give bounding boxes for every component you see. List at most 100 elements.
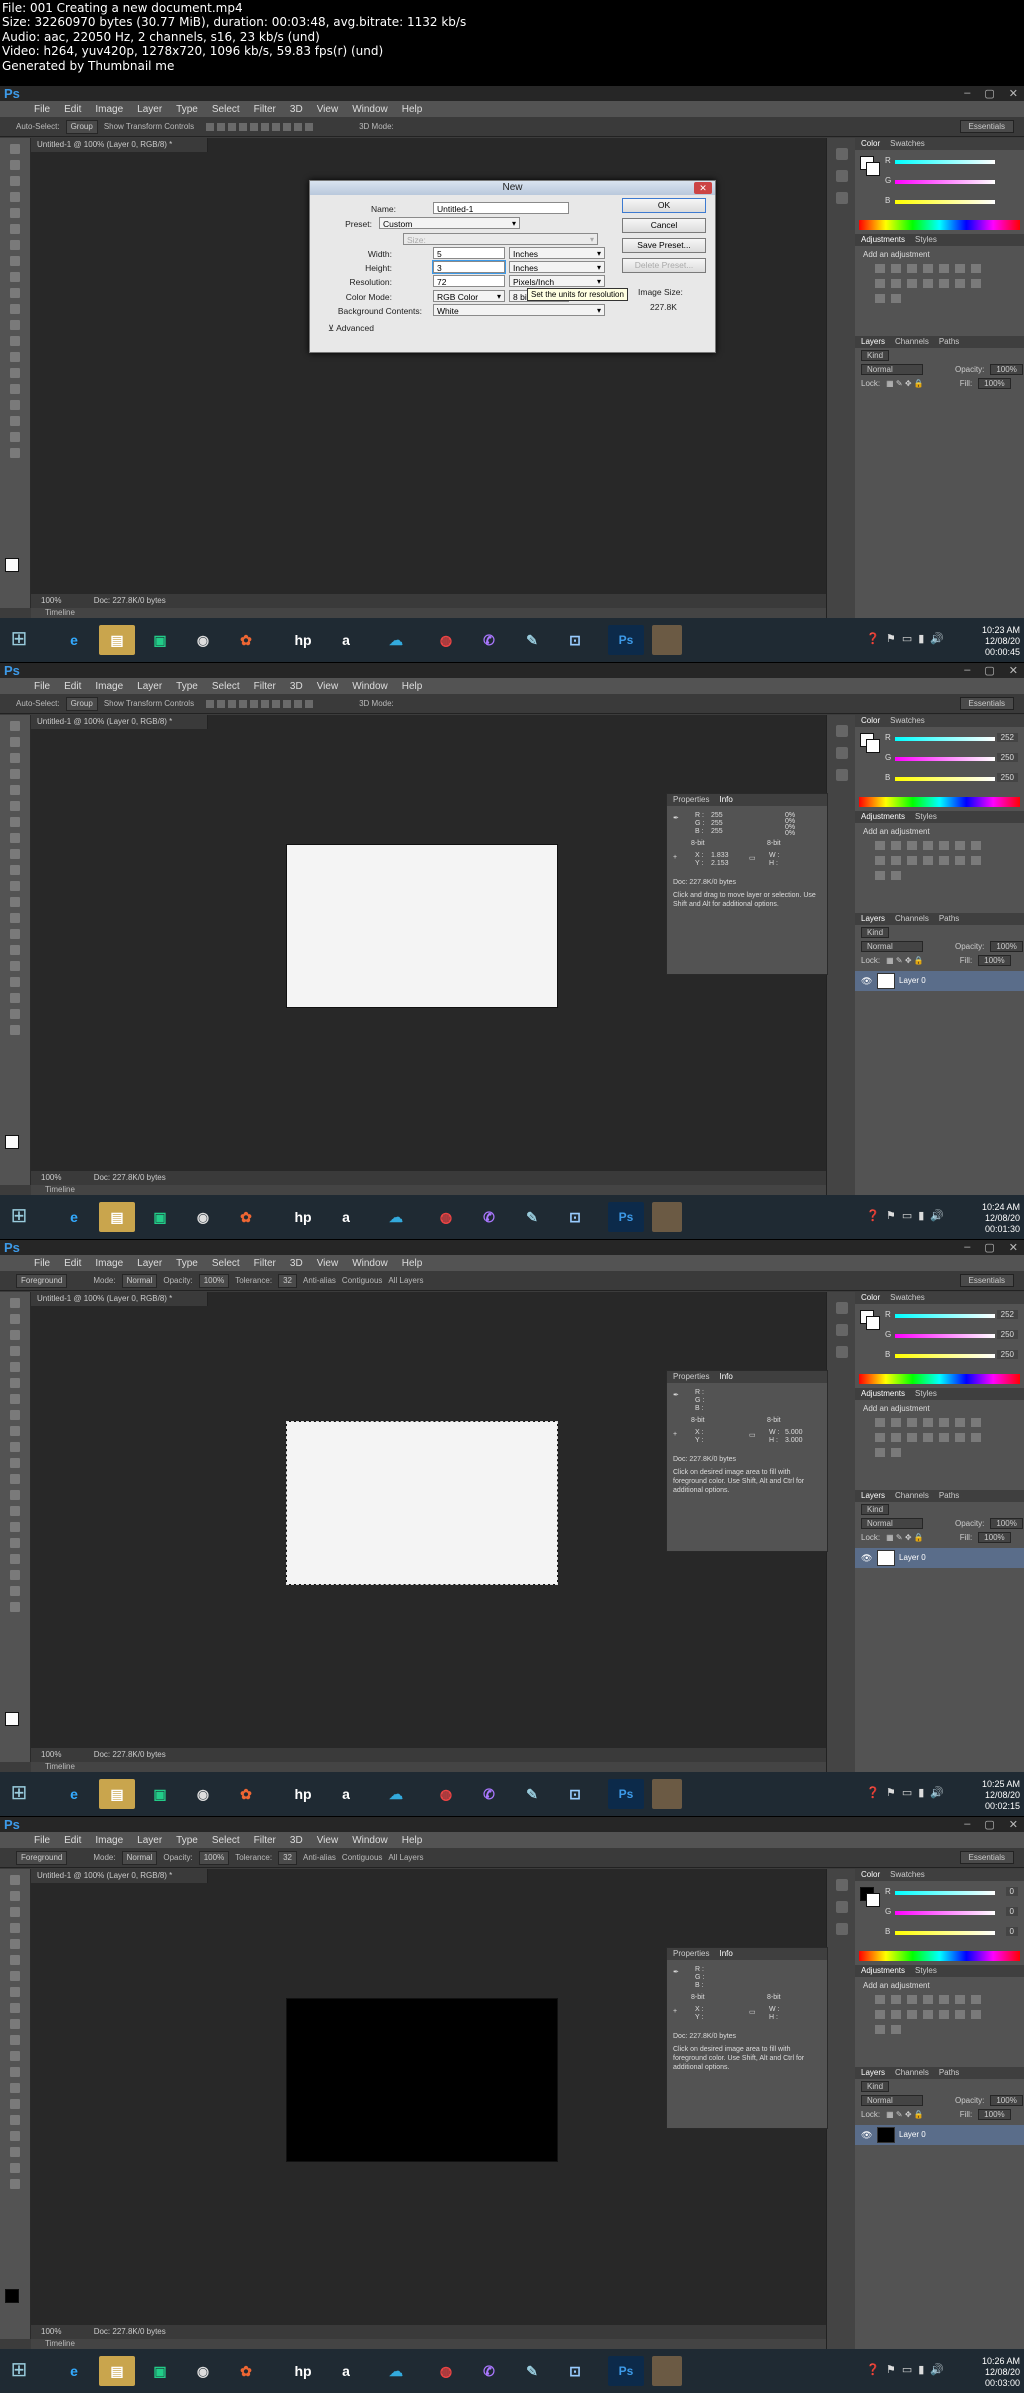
info-icon[interactable]: [835, 1346, 848, 1358]
layer-fill-input[interactable]: 100%: [978, 954, 1011, 966]
blend-mode-select[interactable]: Normal: [861, 2094, 923, 2106]
timeline-panel[interactable]: Timeline: [31, 1185, 826, 1195]
close-button[interactable]: ✕: [1009, 1241, 1018, 1254]
tab-adjustments[interactable]: Adjustments: [861, 811, 905, 823]
document-canvas[interactable]: [286, 1421, 558, 1585]
network-taskbar-icon[interactable]: ⊡: [557, 1779, 593, 1809]
tab-paths[interactable]: Paths: [939, 2067, 959, 2079]
menu-file[interactable]: File: [34, 1835, 50, 1846]
levels-icon[interactable]: [891, 1418, 901, 1427]
maximize-button[interactable]: ▢: [984, 1818, 994, 1831]
type-tool-icon[interactable]: [10, 384, 20, 394]
invert-icon[interactable]: [939, 1433, 949, 1442]
brightness-icon[interactable]: [875, 1418, 885, 1427]
menu-layer[interactable]: Layer: [137, 681, 162, 692]
actions-icon[interactable]: [835, 1901, 848, 1913]
explorer-taskbar-icon[interactable]: ▤: [99, 1779, 135, 1809]
blend-mode-select[interactable]: Normal: [861, 1517, 923, 1529]
menu-type[interactable]: Type: [176, 1258, 198, 1269]
color-spectrum-bar[interactable]: [859, 220, 1020, 230]
b-value[interactable]: 250: [996, 1350, 1018, 1359]
menu-edit[interactable]: Edit: [64, 1835, 81, 1846]
stamp-tool-icon[interactable]: [10, 849, 20, 859]
g-slider[interactable]: [895, 1911, 995, 1915]
layer-opacity-input[interactable]: 100%: [990, 2094, 1023, 2106]
color-balance-icon[interactable]: [971, 841, 981, 850]
invert-icon[interactable]: [939, 2010, 949, 2019]
document-tab[interactable]: Untitled-1 @ 100% (Layer 0, RGB/8) *: [31, 715, 208, 729]
cancel-button[interactable]: Cancel: [622, 218, 706, 233]
actions-icon[interactable]: [835, 1324, 848, 1336]
kind-filter-select[interactable]: Kind: [861, 926, 890, 938]
align-icon[interactable]: [250, 699, 259, 708]
menu-layer[interactable]: Layer: [137, 104, 162, 115]
layer-fill-input[interactable]: 100%: [978, 2108, 1011, 2120]
hp-taskbar-icon[interactable]: hp: [285, 625, 321, 655]
curves-icon[interactable]: [907, 264, 917, 273]
color-panel-bg-swatch[interactable]: [866, 1316, 880, 1330]
dodge-tool-icon[interactable]: [10, 352, 20, 362]
ie-taskbar-icon[interactable]: e: [56, 1779, 92, 1809]
network-icon[interactable]: ▮: [918, 2363, 924, 2376]
notes-taskbar-icon[interactable]: ✎: [514, 1779, 550, 1809]
color-panel-bg-swatch[interactable]: [866, 739, 880, 753]
flag-icon[interactable]: ⚑: [886, 1786, 896, 1799]
lock-icons[interactable]: ▦ ✎ ✥ 🔒: [886, 379, 924, 388]
ie-taskbar-icon[interactable]: e: [56, 2356, 92, 2386]
explorer-taskbar-icon[interactable]: ▤: [99, 1202, 135, 1232]
doc-size[interactable]: Doc: 227.8K/0 bytes: [94, 596, 166, 605]
tab-adjustments[interactable]: Adjustments: [861, 234, 905, 246]
ie-taskbar-icon[interactable]: e: [56, 1202, 92, 1232]
workspace-select[interactable]: Essentials: [959, 697, 1014, 710]
zoom-tool-icon[interactable]: [10, 1602, 20, 1612]
zoom-tool-icon[interactable]: [10, 1025, 20, 1035]
chrome-taskbar-icon[interactable]: ◍: [428, 2356, 464, 2386]
photos-taskbar-icon[interactable]: ✿: [228, 2356, 264, 2386]
height-unit-select[interactable]: Inches: [509, 261, 605, 274]
healing-tool-icon[interactable]: [10, 240, 20, 250]
lookup-icon[interactable]: [923, 1433, 933, 1442]
menu-select[interactable]: Select: [212, 1258, 240, 1269]
layer-opacity-input[interactable]: 100%: [990, 1517, 1023, 1529]
menu-filter[interactable]: Filter: [254, 1835, 276, 1846]
mode-select[interactable]: Normal: [121, 1850, 158, 1865]
doc-size[interactable]: Doc: 227.8K/0 bytes: [94, 1750, 166, 1759]
tab-styles[interactable]: Styles: [915, 1388, 937, 1400]
distribute-icon[interactable]: [283, 122, 292, 131]
tab-styles[interactable]: Styles: [915, 234, 937, 246]
kind-filter-select[interactable]: Kind: [861, 1503, 890, 1515]
exposure-icon[interactable]: [923, 264, 933, 273]
brush-tool-icon[interactable]: [10, 833, 20, 843]
menu-layer[interactable]: Layer: [137, 1258, 162, 1269]
workspace-select[interactable]: Essentials: [959, 120, 1014, 133]
auto-select-target-select[interactable]: Group: [65, 119, 98, 134]
healing-tool-icon[interactable]: [10, 1971, 20, 1981]
brush-tool-icon[interactable]: [10, 256, 20, 266]
explorer-taskbar-icon[interactable]: ▤: [99, 625, 135, 655]
menu-help[interactable]: Help: [402, 1835, 423, 1846]
contiguous-checkbox[interactable]: Contiguous: [342, 1853, 382, 1862]
chrome-taskbar-icon[interactable]: ◍: [428, 1779, 464, 1809]
blend-mode-select[interactable]: Normal: [861, 940, 923, 952]
opacity-input[interactable]: 100%: [198, 1273, 230, 1288]
history-icon[interactable]: [835, 725, 848, 737]
amazon-taskbar-icon[interactable]: a: [328, 2356, 364, 2386]
g-slider[interactable]: [895, 757, 995, 761]
menu-select[interactable]: Select: [212, 104, 240, 115]
lookup-icon[interactable]: [923, 2010, 933, 2019]
gradient-map-icon[interactable]: [875, 294, 885, 303]
bucket-tool-icon[interactable]: [10, 897, 20, 907]
g-value[interactable]: 250: [996, 1330, 1018, 1339]
crop-tool-icon[interactable]: [10, 785, 20, 795]
bw-icon[interactable]: [875, 856, 885, 865]
menu-view[interactable]: View: [317, 681, 339, 692]
name-input[interactable]: Untitled-1: [433, 202, 569, 214]
r-slider[interactable]: [895, 1891, 995, 1895]
tolerance-input[interactable]: 32: [278, 1273, 298, 1288]
move-tool-icon[interactable]: [10, 1298, 20, 1308]
shape-tool-icon[interactable]: [10, 1570, 20, 1580]
history-icon[interactable]: [835, 1302, 848, 1314]
menu-edit[interactable]: Edit: [64, 104, 81, 115]
hand-tool-icon[interactable]: [10, 432, 20, 442]
hue-icon[interactable]: [955, 1418, 965, 1427]
